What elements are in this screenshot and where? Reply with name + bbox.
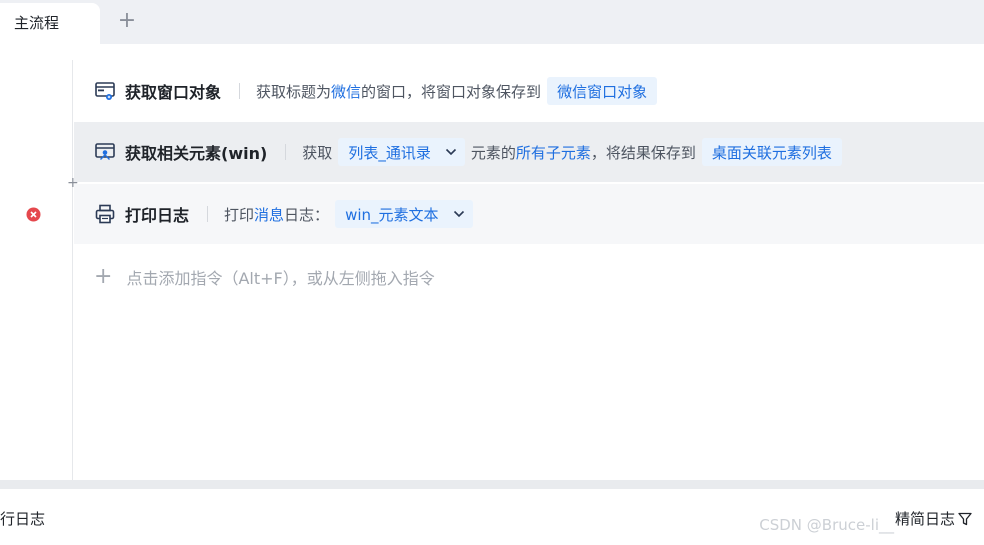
desc-text: 日志： [284, 205, 330, 224]
desc-text: 获取标题为 [256, 82, 332, 101]
desc-text: 获取 [302, 143, 333, 162]
element-icon [94, 141, 116, 163]
add-command-hint[interactable]: + 点击添加指令（Alt+F），或从左侧拖入指令 [94, 262, 435, 292]
command-row-print-log[interactable]: 打印日志 打印 消息 日志： win_元素文本 [74, 184, 984, 244]
watermark: CSDN @Bruce-li__ [759, 516, 894, 534]
printer-icon [94, 203, 116, 225]
output-variable-chip[interactable]: 桌面关联元素列表 [701, 138, 842, 166]
log-panel-title: 行日志 [0, 510, 46, 528]
element-select-value: 列表_通讯录 [348, 143, 431, 162]
simple-log-filter-button[interactable]: 精简日志 [895, 508, 972, 529]
log-value: win_元素文本 [345, 205, 439, 224]
window-icon [94, 80, 116, 102]
desc-text: ，将结果保存到 [590, 143, 696, 162]
command-row-get-related-elements[interactable]: 获取相关元素(win) 获取 列表_通讯录 元素的 所有子元素 ，将结果保存到 … [74, 122, 984, 182]
desc-text: 的窗口，将窗口对象保存到 [361, 82, 542, 101]
param-link-message[interactable]: 消息 [254, 204, 284, 225]
separator [285, 144, 287, 160]
flow-gutter-line [72, 60, 73, 480]
error-icon[interactable] [26, 207, 41, 222]
command-name: 获取相关元素(win) [125, 144, 268, 163]
separator [207, 206, 209, 222]
desc-text: 打印 [224, 205, 255, 224]
filter-icon [958, 512, 972, 526]
chevron-down-icon [453, 210, 465, 218]
separator [239, 83, 241, 99]
chevron-down-icon [445, 148, 457, 156]
element-select-dropdown[interactable]: 列表_通讯录 [338, 138, 465, 166]
tab-bar: 主流程 + [0, 0, 984, 44]
plus-icon: + [94, 264, 113, 289]
command-row-get-window[interactable]: 获取窗口对象 获取标题为 微信 的窗口，将窗口对象保存到 微信窗口对象 [74, 61, 984, 121]
tab-main-flow[interactable]: 主流程 [0, 3, 100, 44]
command-name: 打印日志 [125, 206, 190, 225]
command-name: 获取窗口对象 [125, 83, 222, 102]
param-link-title[interactable]: 微信 [331, 81, 361, 102]
panel-resize-bar[interactable] [0, 480, 984, 489]
log-value-dropdown[interactable]: win_元素文本 [335, 200, 473, 228]
simple-log-label: 精简日志 [894, 510, 955, 528]
add-tab-button[interactable]: + [116, 10, 138, 32]
param-link-children[interactable]: 所有子元素 [516, 142, 591, 163]
add-command-hint-text: 点击添加指令（Alt+F），或从左侧拖入指令 [126, 269, 435, 288]
output-variable-chip[interactable]: 微信窗口对象 [547, 77, 658, 105]
desc-text: 元素的 [470, 143, 516, 162]
